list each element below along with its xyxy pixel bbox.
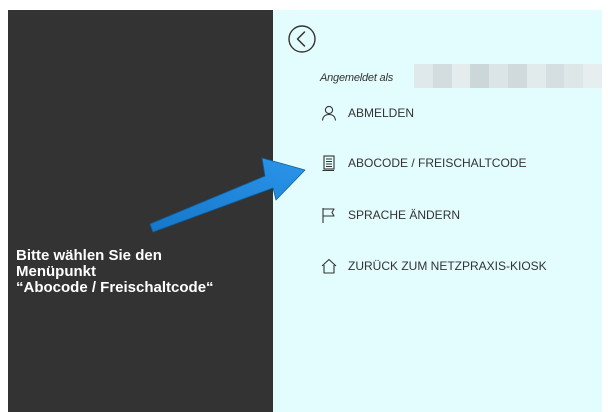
- pointer-arrow: [149, 157, 306, 233]
